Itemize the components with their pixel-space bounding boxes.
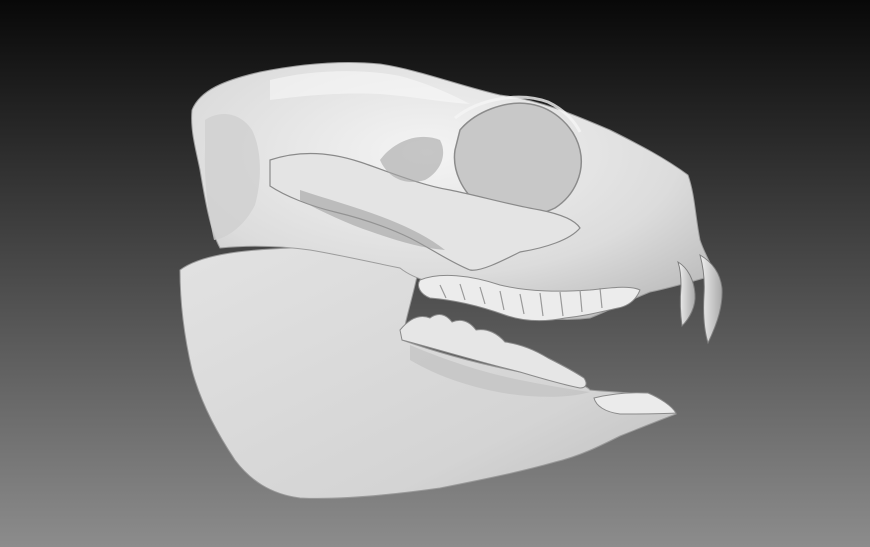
viewport-canvas[interactable]: [0, 0, 870, 547]
3d-viewport[interactable]: [0, 0, 870, 547]
